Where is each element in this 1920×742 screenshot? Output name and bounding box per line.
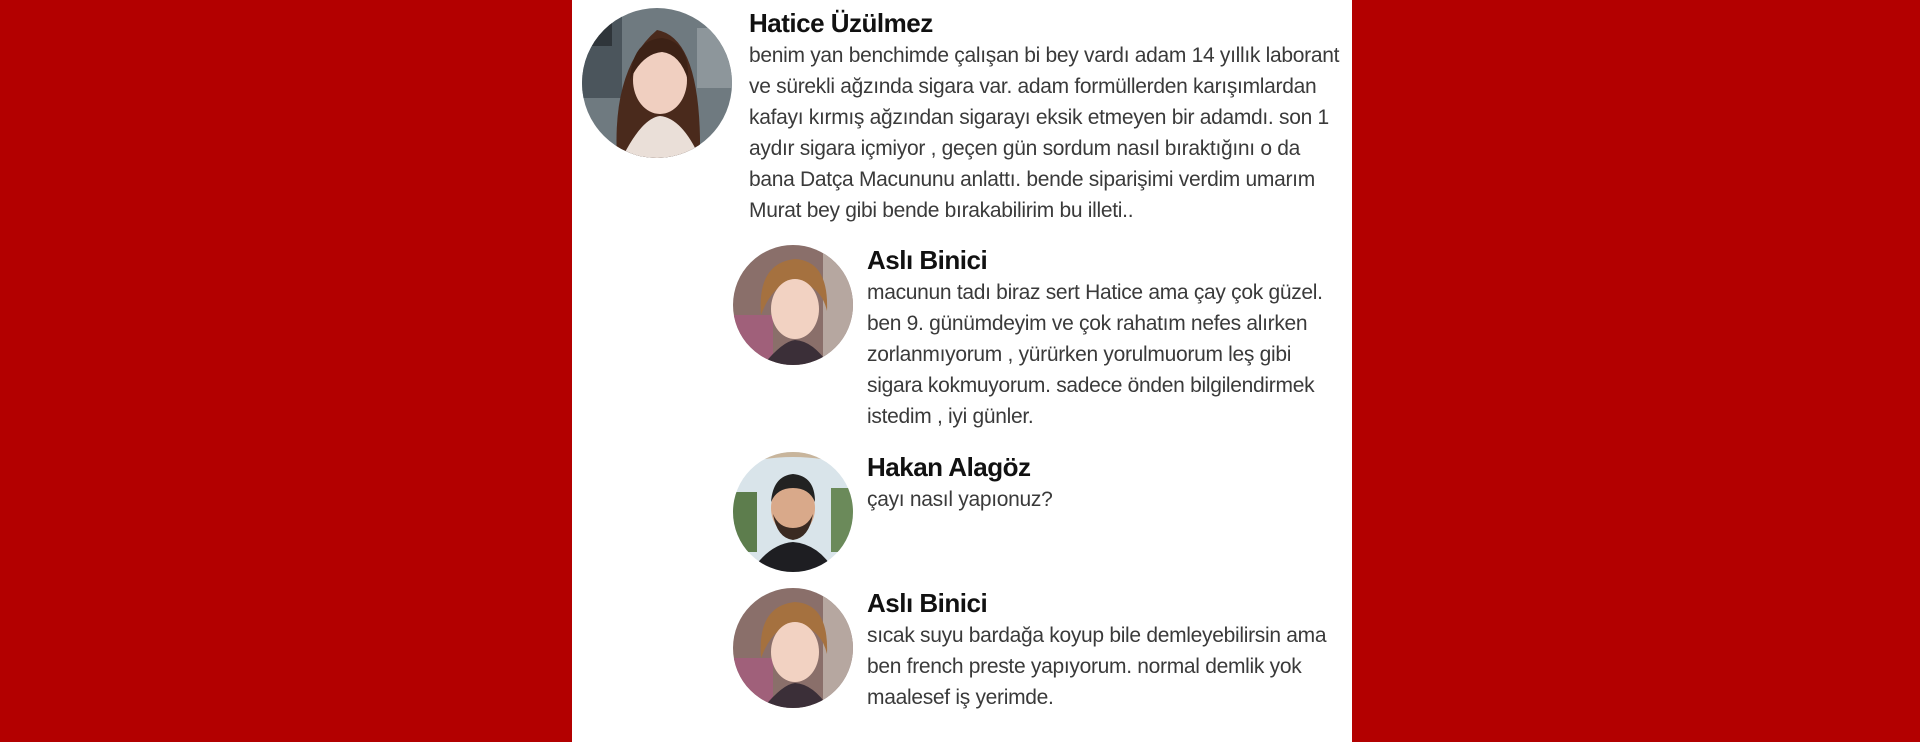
reply-comment: Hakan Alagöz çayı nasıl yapıonuz? — [733, 452, 1343, 576]
comment-body: Hakan Alagöz çayı nasıl yapıonuz? — [867, 452, 1337, 515]
avatar — [582, 8, 732, 158]
author-name[interactable]: Hatice Üzülmez — [749, 8, 1349, 38]
author-name[interactable]: Aslı Binici — [867, 588, 1337, 618]
reply-comment: Aslı Binici macunun tadı biraz sert Hati… — [733, 245, 1343, 435]
avatar-woman-brown-hair-icon — [582, 8, 732, 158]
reply-comment: Aslı Binici sıcak suyu bardağa koyup bil… — [733, 588, 1343, 728]
comment-text: macunun tadı biraz sert Hatice ama çay ç… — [867, 281, 1323, 428]
author-name[interactable]: Aslı Binici — [867, 245, 1337, 275]
comment: Hatice Üzülmez benim yan benchimde çalış… — [582, 8, 1352, 230]
avatar-woman-short-hair-icon — [733, 245, 853, 365]
comments-panel: Hatice Üzülmez benim yan benchimde çalış… — [572, 0, 1352, 742]
avatar — [733, 588, 853, 708]
comment-text: sıcak suyu bardağa koyup bile demleyebil… — [867, 624, 1327, 709]
avatar — [733, 245, 853, 365]
avatar — [733, 452, 853, 572]
avatar-man-beard-icon — [733, 452, 853, 572]
comment-body: Aslı Binici macunun tadı biraz sert Hati… — [867, 245, 1337, 432]
comment-body: Hatice Üzülmez benim yan benchimde çalış… — [749, 8, 1349, 226]
comment-text: çayı nasıl yapıonuz? — [867, 488, 1053, 511]
comment-text: benim yan benchimde çalışan bi bey vardı… — [749, 44, 1340, 222]
author-name[interactable]: Hakan Alagöz — [867, 452, 1337, 482]
avatar-woman-short-hair-icon — [733, 588, 853, 708]
comment-body: Aslı Binici sıcak suyu bardağa koyup bil… — [867, 588, 1337, 713]
